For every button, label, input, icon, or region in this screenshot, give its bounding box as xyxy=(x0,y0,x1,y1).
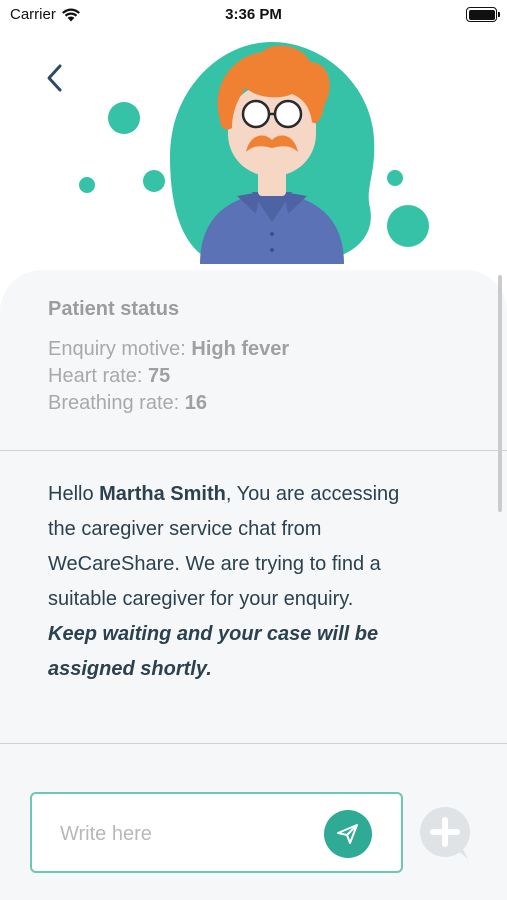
patient-status-section: Patient status Enquiry motive: High feve… xyxy=(48,298,468,417)
message-input[interactable] xyxy=(60,816,310,852)
message-emphasis: Keep waiting and your case will be assig… xyxy=(48,623,379,680)
enquiry-motive-value: High fever xyxy=(191,338,290,360)
decor-dot xyxy=(387,205,429,247)
message-greeting: Hello xyxy=(48,483,100,505)
add-attachment-button[interactable] xyxy=(418,805,472,861)
heart-rate-label: Heart rate: xyxy=(48,365,149,387)
status-time: 3:36 PM xyxy=(225,6,282,23)
battery-level xyxy=(468,9,495,20)
decor-dot xyxy=(108,102,140,134)
paper-plane-icon xyxy=(337,824,358,844)
patient-status-title: Patient status xyxy=(48,298,180,320)
breathing-rate-value: 16 xyxy=(184,392,207,414)
status-bar: Carrier 3:36 PM xyxy=(0,0,507,30)
breathing-rate-row: Breathing rate: 16 xyxy=(48,390,468,417)
decor-dot xyxy=(143,170,165,192)
enquiry-motive-row: Enquiry motive: High fever xyxy=(48,336,468,363)
decor-dot xyxy=(79,177,95,193)
heart-rate-value: 75 xyxy=(148,365,171,387)
heart-rate-row: Heart rate: 75 xyxy=(48,363,468,390)
welcome-message: Hello Martha Smith, You are accessing th… xyxy=(48,477,428,687)
scroll-indicator[interactable] xyxy=(498,275,502,512)
decor-dot xyxy=(387,170,403,186)
plus-icon xyxy=(420,807,470,859)
message-composer xyxy=(30,792,403,873)
battery-icon xyxy=(466,7,500,22)
patient-avatar-illustration xyxy=(79,42,429,264)
message-patient-name: Martha Smith xyxy=(99,483,226,505)
divider xyxy=(0,450,507,451)
breathing-rate-label: Breathing rate: xyxy=(48,392,185,414)
enquiry-motive-label: Enquiry motive: xyxy=(48,338,192,360)
divider xyxy=(0,743,507,744)
send-button[interactable] xyxy=(324,810,372,858)
